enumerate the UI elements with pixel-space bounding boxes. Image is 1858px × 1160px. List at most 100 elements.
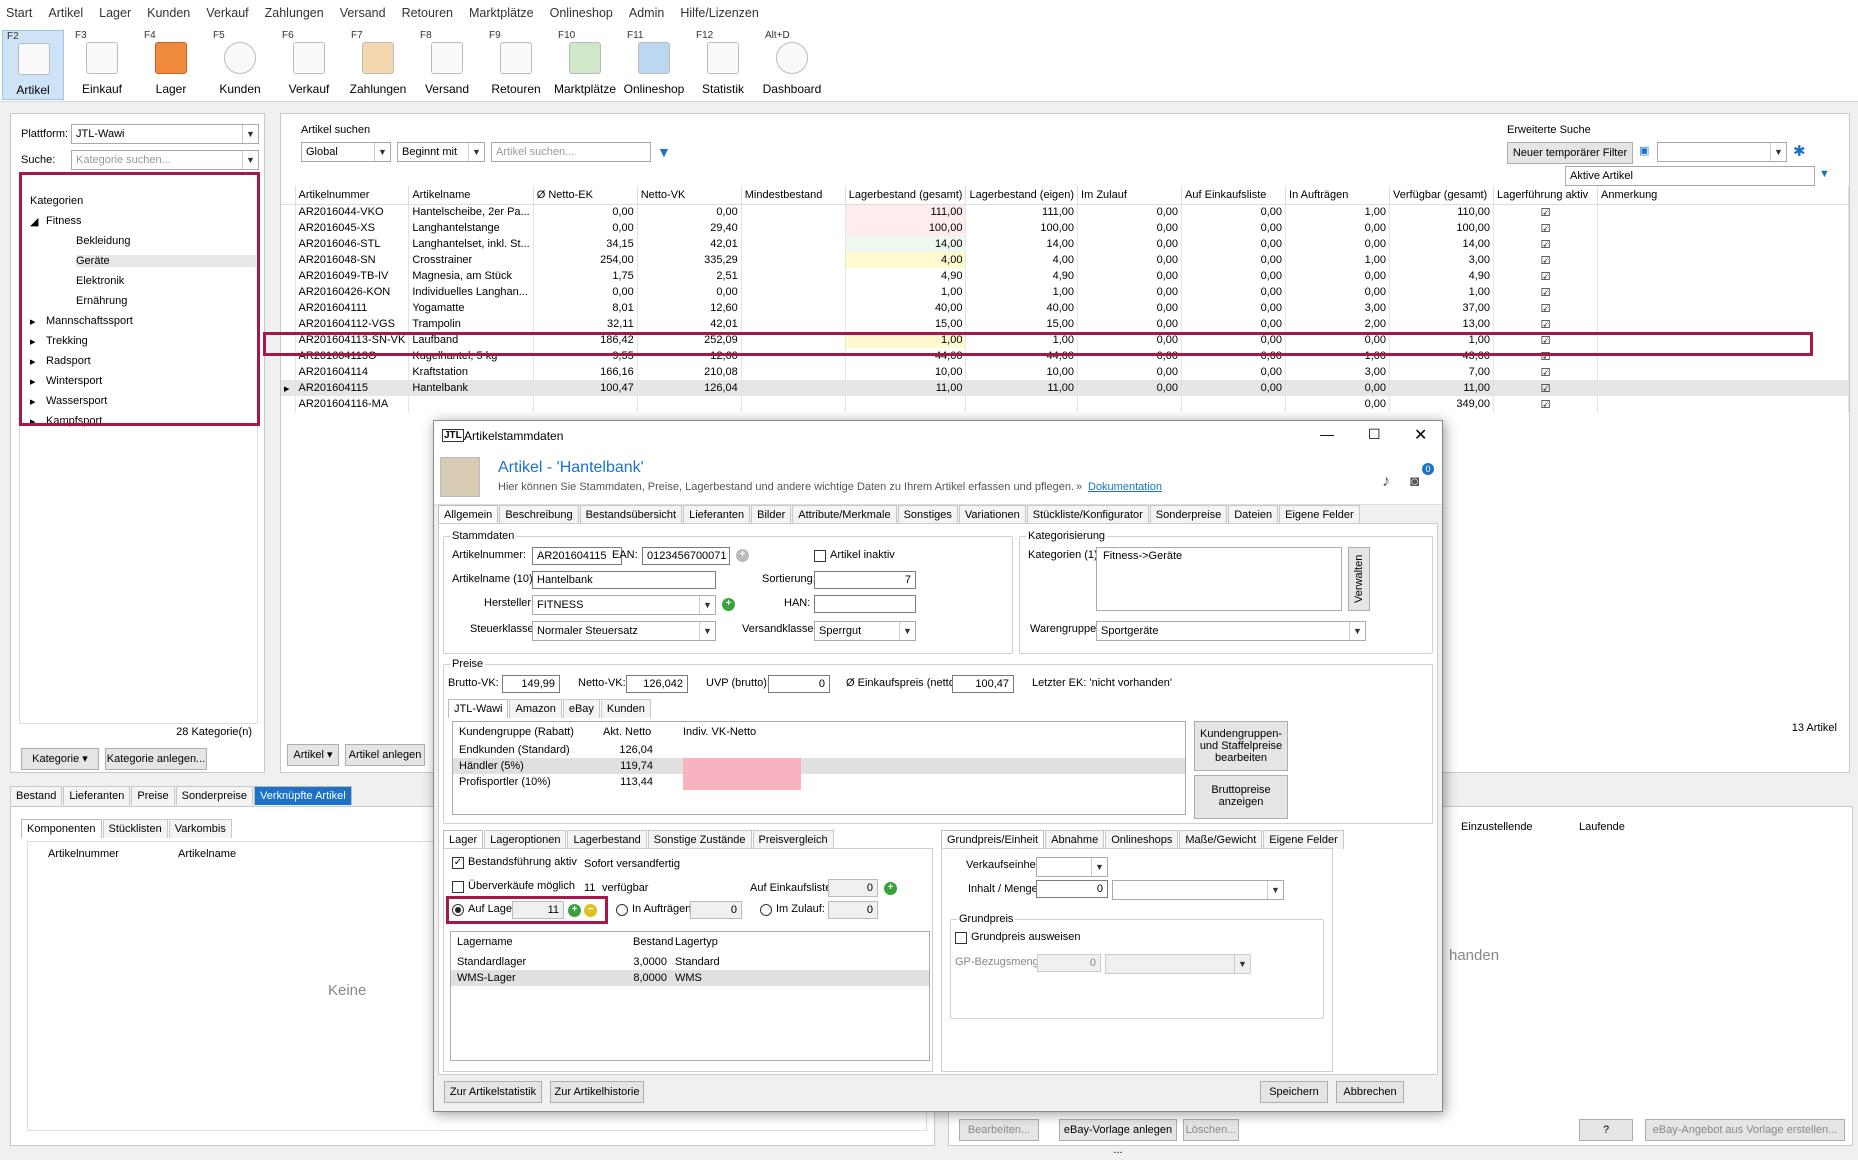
- col-auf-einkaufsliste[interactable]: Auf Einkaufsliste: [1181, 186, 1287, 205]
- tab-varkombis[interactable]: Varkombis: [168, 819, 232, 838]
- loeschen-button[interactable]: Löschen...: [1183, 1119, 1239, 1141]
- tab-grundpreis[interactable]: Grundpreis/Einheit: [941, 830, 1045, 849]
- tab-beschreibung[interactable]: Beschreibung: [499, 505, 579, 524]
- komponenten-col-artikelname[interactable]: Artikelname: [178, 848, 236, 860]
- tab-allgemein[interactable]: Allgemein: [438, 505, 499, 524]
- han-input[interactable]: [814, 595, 916, 613]
- tab-lagerbestand[interactable]: Lagerbestand: [567, 830, 647, 849]
- maximize-icon[interactable]: ☐: [1368, 426, 1381, 443]
- menu-onlineshop[interactable]: Onlineshop: [550, 6, 613, 20]
- col-lagerbestand-gesamt[interactable]: Lagerbestand (gesamt): [845, 186, 967, 205]
- table-row[interactable]: ▸ AR201604115 Hantelbank 100,47 126,04 11,00 1…: [281, 380, 1849, 396]
- col-lagerbestand-eigen[interactable]: Lagerbestand (eigen): [965, 186, 1079, 205]
- staffelpreise-button[interactable]: Kundengruppen- und Staffelpreise bearbei…: [1194, 721, 1288, 771]
- einkaufsliste-add-icon[interactable]: +: [884, 882, 897, 895]
- tab-attribute[interactable]: Attribute/Merkmale: [792, 505, 897, 524]
- col-lagertyp[interactable]: Lagertyp: [675, 936, 718, 948]
- steuerklasse-select[interactable]: Normaler Steuersatz ▼: [532, 621, 716, 641]
- minimize-icon[interactable]: —: [1320, 426, 1334, 442]
- close-icon[interactable]: ✕: [1414, 425, 1427, 445]
- artikel-inaktiv-checkbox[interactable]: [814, 550, 826, 562]
- kategorien-list[interactable]: Fitness->Geräte: [1096, 547, 1342, 611]
- lagerfuehrung-checkbox[interactable]: ☑: [1493, 252, 1599, 268]
- table-row[interactable]: AR201604116-MA 0,00 349,00 ☑: [281, 396, 1849, 412]
- kategorie-search-input[interactable]: Kategorie suchen... ▼: [71, 150, 259, 170]
- filter-icon[interactable]: ▼: [657, 144, 671, 160]
- lagerfuehrung-checkbox[interactable]: ☑: [1493, 364, 1599, 380]
- tab-onlineshops[interactable]: Onlineshops: [1105, 830, 1179, 849]
- table-row[interactable]: AR2016048-SN Crosstrainer 254,00 335,29 4,00…: [281, 252, 1849, 268]
- artikel-anlegen-button[interactable]: Artikel anlegen: [345, 744, 425, 766]
- tab-lager[interactable]: Lager: [443, 830, 484, 849]
- im-zulauf-input[interactable]: 0: [828, 901, 878, 919]
- search-mode-select[interactable]: Beginnt mit ▼: [397, 142, 485, 162]
- col-artikelnummer[interactable]: Artikelnummer: [295, 186, 410, 205]
- tab-abnahme[interactable]: Abnahme: [1045, 830, 1105, 849]
- col-in-auftraegen[interactable]: In Aufträgen: [1285, 186, 1391, 205]
- artikelnummer-input[interactable]: AR201604115: [532, 547, 622, 565]
- table-row[interactable]: AR201604114 Kraftstation 166,16 210,08 10,00…: [281, 364, 1849, 380]
- tab-eigene-felder[interactable]: Eigene Felder: [1279, 505, 1360, 524]
- lagerfuehrung-checkbox[interactable]: ☑: [1493, 380, 1599, 396]
- netto-vk-input[interactable]: 126,042: [626, 675, 688, 693]
- artikel-search-input[interactable]: Artikel suchen...: [491, 142, 651, 162]
- ribbon-marktplaetze[interactable]: F10 Marktplätze: [554, 30, 616, 100]
- im-zulauf-radio[interactable]: [760, 904, 772, 916]
- lagerfuehrung-checkbox[interactable]: ☑: [1493, 396, 1599, 412]
- gear-icon[interactable]: ✱: [1793, 142, 1806, 160]
- tab-dateien[interactable]: Dateien: [1228, 505, 1279, 524]
- table-row[interactable]: AR201604111 Yogamatte 8,01 12,60 40,00 40,00 0…: [281, 300, 1849, 316]
- verwalten-button[interactable]: Verwalten: [1348, 547, 1370, 611]
- komponenten-col-artikelnummer[interactable]: Artikelnummer: [48, 848, 119, 860]
- verkaufseinheit-select[interactable]: ▼: [1036, 857, 1108, 877]
- temp-filter-button[interactable]: Neuer temporärer Filter: [1507, 142, 1633, 164]
- gp-einheit-select[interactable]: ▼: [1105, 954, 1251, 974]
- table-row[interactable]: WMS-Lager 8,0000 WMS: [451, 970, 929, 986]
- brutto-vk-input[interactable]: 149,99: [502, 675, 560, 693]
- menu-verkauf[interactable]: Verkauf: [206, 6, 248, 20]
- tab-kunden[interactable]: Kunden: [600, 699, 651, 718]
- filter-icon[interactable]: ▼: [1819, 168, 1830, 180]
- bearbeiten-button[interactable]: Bearbeiten...: [959, 1119, 1039, 1141]
- col-anmerkung[interactable]: Anmerkung: [1597, 186, 1849, 205]
- tab-preise[interactable]: Preise: [131, 786, 175, 805]
- ribbon-verkauf[interactable]: F6 Verkauf: [278, 30, 340, 100]
- table-row[interactable]: AR2016049-TB-IV Magnesia, am Stück 1,75 2,5…: [281, 268, 1849, 284]
- kategorie-anlegen-button[interactable]: Kategorie anlegen...: [105, 748, 207, 770]
- ribbon-onlineshop[interactable]: F11 Onlineshop: [623, 30, 685, 100]
- col-indiv-vk[interactable]: Indiv. VK-Netto: [683, 726, 756, 738]
- tab-komponenten[interactable]: Komponenten: [21, 819, 102, 838]
- tab-jtl-wawi[interactable]: JTL-Wawi: [448, 699, 509, 718]
- search-scope-select[interactable]: Global ▼: [301, 142, 391, 162]
- ebay-vorlage-button[interactable]: eBay-Vorlage anlegen ...: [1059, 1119, 1177, 1156]
- artikel-button[interactable]: Artikel ▾: [287, 744, 339, 766]
- bruttopreise-button[interactable]: Bruttopreise anzeigen: [1194, 775, 1288, 819]
- lagerfuehrung-checkbox[interactable]: ☑: [1493, 316, 1599, 332]
- help-button[interactable]: ?: [1579, 1119, 1633, 1141]
- ribbon-versand[interactable]: F8 Versand: [416, 30, 478, 100]
- kategorie-button[interactable]: Kategorie ▾: [21, 748, 99, 770]
- ueberverkauf-checkbox[interactable]: [452, 881, 464, 893]
- tab-eigene-felder-2[interactable]: Eigene Felder: [1263, 830, 1344, 849]
- gp-bezugsmenge-input[interactable]: 0: [1037, 954, 1101, 972]
- camera-icon[interactable]: ◙: [1410, 473, 1419, 490]
- table-row[interactable]: Endkunden (Standard) 126,04: [453, 742, 1185, 758]
- menu-versand[interactable]: Versand: [340, 6, 386, 20]
- lagerfuehrung-checkbox[interactable]: ☑: [1493, 204, 1599, 220]
- in-auftraegen-radio[interactable]: [616, 904, 628, 916]
- tab-stuecklisten[interactable]: Stücklisten: [102, 819, 168, 838]
- tab-ebay[interactable]: eBay: [562, 699, 600, 718]
- menu-artikel[interactable]: Artikel: [48, 6, 83, 20]
- speichern-button[interactable]: Speichern: [1260, 1081, 1328, 1103]
- menu-zahlungen[interactable]: Zahlungen: [265, 6, 324, 20]
- table-row[interactable]: Standardlager 3,0000 Standard: [451, 954, 929, 970]
- table-row[interactable]: AR20160426-KON Individuelles Langhan... 0,…: [281, 284, 1849, 300]
- tab-preisvergleich[interactable]: Preisvergleich: [752, 830, 834, 849]
- hersteller-select[interactable]: FITNESS ▼: [532, 595, 716, 615]
- col-mindestbestand[interactable]: Mindestbestand: [741, 186, 846, 205]
- ek-input[interactable]: 100,47: [952, 675, 1014, 693]
- ribbon-dashboard[interactable]: Alt+D Dashboard: [761, 30, 823, 100]
- lagerfuehrung-checkbox[interactable]: ☑: [1493, 236, 1599, 252]
- artikelhistorie-button[interactable]: Zur Artikelhistorie: [550, 1081, 644, 1103]
- ribbon-lager[interactable]: F4 Lager: [140, 30, 202, 100]
